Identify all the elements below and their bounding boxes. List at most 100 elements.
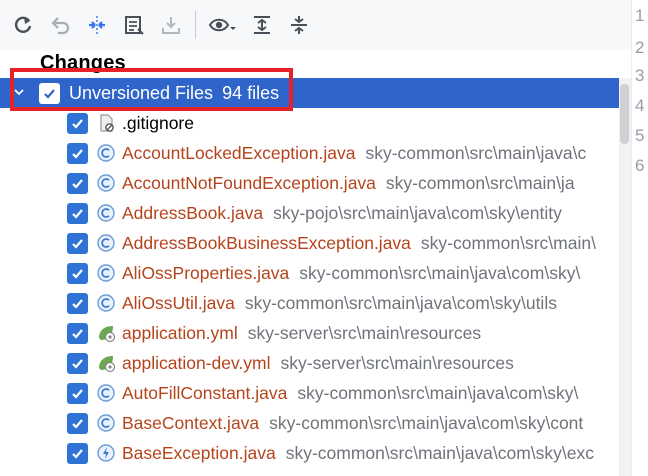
shelve-button[interactable] [156, 10, 186, 40]
changes-header: Changes [40, 52, 126, 74]
file-checkbox[interactable] [67, 382, 88, 404]
file-path: sky-common\src\main\java\com\sky\exc [285, 442, 594, 463]
file-path: sky-common\src\main\java\com\sky\cont [269, 412, 584, 433]
file-checkbox[interactable] [67, 202, 88, 224]
file-name: application.yml [122, 322, 238, 343]
changes-tool-window: Changes Unversioned Files 94 files .gitig… [0, 0, 648, 476]
file-checkbox[interactable] [67, 322, 88, 344]
file-path: sky-pojo\src\main\java\com\sky\entity [273, 202, 562, 223]
group-button[interactable] [82, 10, 112, 40]
file-path: sky-server\src\main\resources [247, 322, 482, 343]
file-label: AddressBookBusinessException.java sky-com… [122, 233, 596, 254]
view-options-button[interactable] [204, 10, 240, 40]
file-name: AccountNotFoundException.java [122, 172, 376, 193]
refresh-icon [14, 16, 32, 33]
file-row[interactable]: AddressBookBusinessException.java sky-com… [0, 228, 619, 258]
collapse-all-icon [291, 16, 307, 34]
file-label: AccountNotFoundException.java sky-common\… [122, 173, 575, 194]
editor-gutter: 1 2 3 4 5 6 [631, 0, 648, 476]
group-checkbox[interactable] [39, 82, 60, 104]
collapse-arrows-icon [89, 16, 105, 34]
checkmark-icon [72, 268, 83, 279]
group-label: Unversioned Files 94 files [69, 83, 279, 104]
line-number: 6 [635, 156, 645, 175]
file-checkbox[interactable] [67, 442, 88, 464]
class-icon [96, 173, 116, 193]
checkmark-icon [44, 88, 55, 99]
class-icon [96, 143, 116, 163]
file-row[interactable]: AutoFillConstant.java sky-common\src\main… [0, 378, 619, 408]
group-name: Unversioned Files [69, 82, 214, 103]
line-number: 3 [635, 66, 645, 85]
spring-config-icon [96, 353, 116, 373]
eye-icon [208, 18, 236, 32]
ignore-file-icon [96, 113, 116, 133]
file-path: sky-server\src\main\resources [280, 352, 514, 373]
edit-box-icon [125, 16, 144, 35]
file-path: sky-common\src\main\java\com\sky\utils [244, 292, 557, 313]
file-name: AddressBookBusinessException.java [122, 232, 411, 253]
file-row[interactable]: AccountLockedException.java sky-common\sr… [0, 138, 619, 168]
file-checkbox[interactable] [67, 112, 88, 134]
checkmark-icon [72, 178, 83, 189]
file-row[interactable]: AliOssUtil.java sky-common\src\main\java\… [0, 288, 619, 318]
file-checkbox[interactable] [67, 142, 88, 164]
file-row[interactable]: application.yml sky-server\src\main\resou… [0, 318, 619, 348]
file-path: sky-common\src\main\ja [385, 172, 575, 193]
checkmark-icon [72, 418, 83, 429]
class-icon [96, 413, 116, 433]
file-row[interactable]: AliOssProperties.java sky-common\src\main… [0, 258, 619, 288]
file-label: application.yml sky-server\src\main\resou… [122, 323, 481, 344]
checkmark-icon [72, 238, 83, 249]
file-label: AccountLockedException.java sky-common\sr… [122, 143, 586, 164]
line-number: 1 [635, 6, 645, 25]
checkmark-icon [72, 148, 83, 159]
checkmark-icon [72, 298, 83, 309]
file-label: AliOssUtil.java sky-common\src\main\java\… [122, 293, 557, 314]
file-checkbox[interactable] [67, 232, 88, 254]
file-label: application-dev.yml sky-server\src\main\r… [122, 353, 514, 374]
file-row[interactable]: application-dev.yml sky-server\src\main\r… [0, 348, 619, 378]
checkmark-icon [72, 388, 83, 399]
group-row-unversioned-files[interactable]: Unversioned Files 94 files [0, 78, 619, 108]
file-name: AutoFillConstant.java [122, 382, 288, 403]
expand-all-button[interactable] [247, 10, 277, 40]
file-path: sky-common\src\main\ [420, 232, 596, 253]
file-name: application-dev.yml [122, 352, 271, 373]
chevron-down-icon[interactable] [12, 85, 26, 99]
refresh-button[interactable] [8, 10, 38, 40]
file-checkbox[interactable] [67, 262, 88, 284]
file-row[interactable]: AccountNotFoundException.java sky-common\… [0, 168, 619, 198]
file-name: BaseContext.java [122, 412, 260, 433]
file-path: sky-common\src\main\java\c [365, 142, 587, 163]
file-checkbox[interactable] [67, 292, 88, 314]
checkmark-icon [72, 208, 83, 219]
file-row[interactable]: BaseException.java sky-common\src\main\ja… [0, 438, 619, 468]
file-path: sky-common\src\main\java\com\sky\ [297, 382, 579, 403]
scrollbar-thumb[interactable] [620, 84, 629, 144]
file-row[interactable]: AddressBook.java sky-pojo\src\main\java\c… [0, 198, 619, 228]
changes-tree: Unversioned Files 94 files .gitignore Acco… [0, 78, 619, 476]
file-checkbox[interactable] [67, 352, 88, 374]
file-checkbox[interactable] [67, 412, 88, 434]
class-icon [96, 383, 116, 403]
undo-icon [51, 17, 70, 35]
file-row[interactable]: BaseContext.java sky-common\src\main\java… [0, 408, 619, 438]
file-name: AddressBook.java [122, 202, 264, 223]
file-checkbox[interactable] [67, 172, 88, 194]
file-label: .gitignore [122, 113, 194, 134]
toolbar [0, 0, 632, 50]
group-count: 94 files [222, 82, 280, 103]
checkmark-icon [72, 328, 83, 339]
file-name: BaseException.java [122, 442, 276, 463]
spring-config-icon [96, 323, 116, 343]
commit-message-button[interactable] [119, 10, 149, 40]
class-icon [96, 293, 116, 313]
file-row[interactable]: .gitignore [0, 108, 619, 138]
vertical-scrollbar[interactable] [619, 78, 631, 476]
collapse-all-button[interactable] [284, 10, 314, 40]
checkmark-icon [72, 448, 83, 459]
file-label: BaseContext.java sky-common\src\main\java… [122, 413, 583, 434]
line-number: 5 [635, 126, 645, 145]
rollback-button[interactable] [45, 10, 75, 40]
